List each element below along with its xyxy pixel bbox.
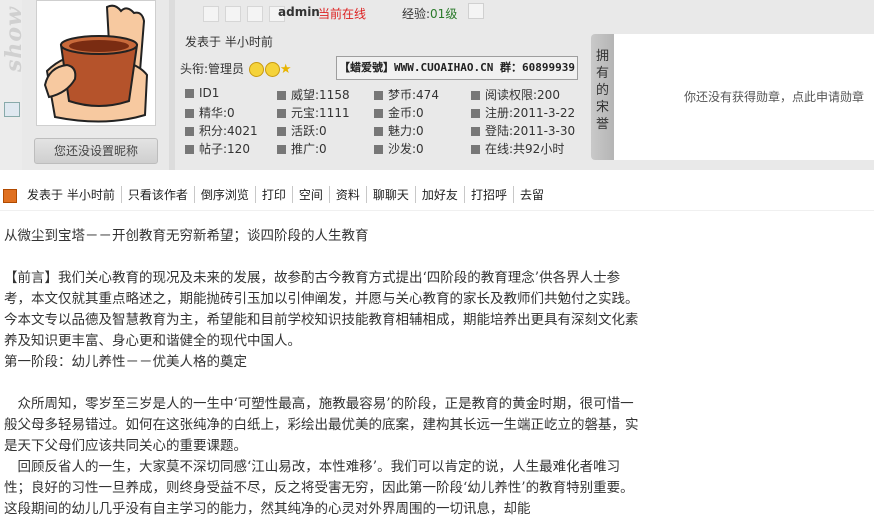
stat-icon [471,109,480,118]
user-title: 头衔:管理员 ★ [180,60,292,77]
exp-label: 经验: [402,7,431,21]
posted-time: 发表于 半小时前 [185,35,273,49]
stat-item: 梦币:474 [374,86,439,103]
stat-item: 魅力:0 [374,122,424,139]
stat-item: 威望:1158 [277,86,350,103]
panel-divider [169,0,175,170]
image-icon[interactable] [4,102,20,117]
set-nickname-button[interactable]: 您还没设置昵称 [34,138,158,164]
stat-icon [185,89,194,98]
stat-icon [471,91,480,100]
print-link[interactable]: 打印 [256,186,293,203]
status-box-icon[interactable] [247,6,263,22]
medal-tab[interactable]: 拥有的宋誉 [591,34,614,160]
stat-icon [471,145,480,154]
stat-item: 在线:共92小时 [471,140,564,157]
greet-link[interactable]: 打招呼 [465,186,514,203]
stat-icon [277,127,286,136]
article-heading: 第一阶段：幼儿养性－－优美人格的奠定 [4,354,247,370]
stat-icon [374,127,383,136]
stat-icon [374,109,383,118]
username[interactable]: admin [278,5,320,19]
left-strip: show [0,0,27,170]
post-action-bar: 发表于 半小时前 只看该作者 倒序浏览 打印 空间 资料 聊聊天 加好友 打招呼 去留 [0,186,550,206]
chat-link[interactable]: 聊聊天 [367,186,416,203]
stat-item: 登陆:2011-3-30 [471,122,575,139]
stat-item: 注册:2011-3-22 [471,104,575,121]
post-icon [3,188,17,203]
stat-item: 金币:0 [374,104,424,121]
stat-icon [374,91,383,100]
status-box-icon[interactable] [225,6,241,22]
user-info-panel: 您还没设置昵称 admin 当前在线 经验:01级 发表于 半小时前 头衔:管理… [22,0,874,170]
apply-medal-link[interactable]: 你还没有获得勋章，点此申请勋章 [684,88,864,105]
smiley-icon [264,62,280,77]
divider [0,210,874,211]
stat-icon [185,127,194,136]
leave-link[interactable]: 去留 [514,186,550,203]
posted-time: 发表于 半小时前 [21,186,122,203]
stat-item: 沙发:0 [374,140,424,157]
stat-item: 活跃:0 [277,122,327,139]
stat-icon [277,91,286,100]
stat-item: 精华:0 [185,104,235,121]
stat-icon [185,145,194,154]
stat-item: ID1 [185,86,219,100]
article-title: 从微尘到宝塔－－开创教育无穷新希望；谈四阶段的人生教育 [4,228,369,244]
medal-area: 你还没有获得勋章，点此申请勋章 [614,34,874,160]
stat-item: 阅读权限:200 [471,86,560,103]
stat-item: 推广:0 [277,140,327,157]
article-paragraph: 回顾反省人的一生，大家莫不深切同感‘江山易改，本性难移’。我们可以肯定的说，人生… [4,459,634,517]
stat-icon [185,109,194,118]
stat-item: 元宝:1111 [277,104,350,121]
avatar[interactable] [36,0,156,126]
online-status: 当前在线 [318,7,367,21]
article-paragraph: 众所周知，零岁至三岁是人的一生中‘可塑性最高，施教最容易’的阶段，正是教育的黄金… [4,396,639,454]
stat-item: 帖子:120 [185,140,250,157]
add-friend-link[interactable]: 加好友 [416,186,465,203]
star-icon: ★ [279,62,292,77]
post-content: 从微尘到宝塔－－开创教育无穷新希望；谈四阶段的人生教育 【前言】我们关心教育的现… [4,226,640,520]
exp-box-icon [468,3,484,19]
smiley-icon [248,62,264,77]
title-label: 头衔:管理员 [180,62,245,76]
status-box-icon[interactable] [203,6,219,22]
stat-item: 积分:4021 [185,122,258,139]
only-author-link[interactable]: 只看该作者 [122,186,195,203]
stat-icon [374,145,383,154]
article-paragraph: 【前言】我们关心教育的现况及未来的发展，故参酌古今教育方式提出‘四阶段的教育理念… [4,270,639,349]
stat-icon [277,145,286,154]
profile-link[interactable]: 资料 [330,186,367,203]
space-link[interactable]: 空间 [293,186,330,203]
experience: 经验:01级 [402,5,457,22]
reverse-order-link[interactable]: 倒序浏览 [195,186,256,203]
site-banner[interactable]: 【蜡爱號】WWW.CUOAIHAO.CN 群：60899939 [336,56,578,80]
exp-value: 01级 [430,7,458,21]
stat-icon [277,109,286,118]
stat-icon [471,127,480,136]
